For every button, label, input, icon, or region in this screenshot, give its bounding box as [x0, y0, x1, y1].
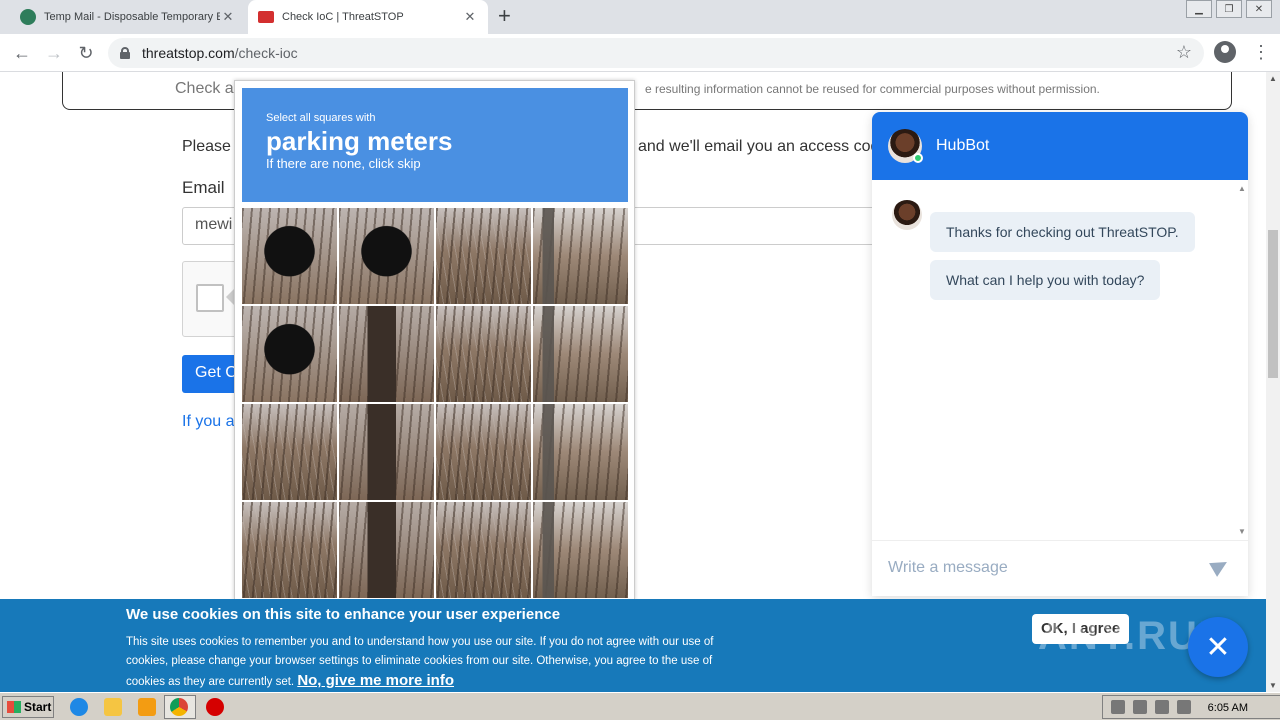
tab-check-ioc[interactable]: Check IoC | ThreatSTOP ✕ — [248, 0, 488, 34]
chat-message: Thanks for checking out ThreatSTOP. — [930, 212, 1195, 252]
windows-logo-icon — [7, 701, 21, 713]
chat-widget: HubBot Thanks for checking out ThreatSTO… — [872, 112, 1248, 596]
threatstop-favicon-icon — [258, 11, 274, 23]
captcha-tile[interactable] — [436, 306, 531, 402]
scroll-down-icon[interactable]: ▼ — [1238, 527, 1246, 536]
browser-menu-icon[interactable]: ⋮ — [1252, 42, 1270, 63]
captcha-instruction-hint: If there are none, click skip — [266, 156, 421, 171]
page-scrollbar[interactable]: ▲ ▼ — [1266, 72, 1280, 692]
captcha-tile[interactable] — [242, 404, 337, 500]
tab-title: Temp Mail - Disposable Temporary E — [44, 11, 220, 23]
captcha-tile[interactable] — [242, 208, 337, 304]
email-label: Email — [182, 178, 225, 197]
captcha-tile[interactable] — [533, 502, 628, 598]
chat-message-input[interactable]: Write a message — [872, 540, 1248, 596]
clock: 6:05 AM — [1207, 702, 1248, 714]
tab-temp-mail[interactable]: Temp Mail - Disposable Temporary E ✕ — [10, 0, 246, 34]
captcha-tile[interactable] — [339, 502, 434, 598]
new-tab-icon[interactable]: + — [498, 5, 511, 27]
captcha-tile[interactable] — [339, 404, 434, 500]
back-icon[interactable]: ← — [10, 41, 34, 65]
instructions-text-right: and we'll email you an access cod — [638, 138, 880, 155]
flag-icon[interactable] — [1177, 700, 1191, 714]
captcha-instructions: Select all squares with parking meters I… — [242, 88, 628, 202]
bookmark-star-icon[interactable]: ☆ — [1176, 42, 1192, 63]
scrollbar-thumb[interactable] — [1268, 230, 1278, 378]
captcha-tile[interactable] — [533, 404, 628, 500]
forward-icon[interactable]: → — [42, 41, 66, 65]
window-controls: ▁ ❐ ✕ — [1182, 0, 1272, 18]
cookie-title: We use cookies on this site to enhance y… — [126, 606, 561, 623]
captcha-tile[interactable] — [242, 306, 337, 402]
profile-avatar-icon[interactable] — [1214, 41, 1236, 63]
captcha-tile[interactable] — [339, 208, 434, 304]
scroll-up-icon[interactable]: ▲ — [1238, 184, 1246, 193]
chat-close-icon[interactable]: ✕ — [1188, 617, 1248, 677]
captcha-target-object: parking meters — [266, 126, 453, 156]
captcha-tile[interactable] — [436, 404, 531, 500]
online-status-icon — [913, 153, 923, 163]
cookie-more-info-link[interactable]: No, give me more info — [297, 672, 454, 689]
taskbar: Start 6:05 AM — [0, 692, 1280, 720]
bot-avatar — [888, 129, 923, 163]
captcha-instruction-small: Select all squares with — [266, 112, 376, 124]
system-tray: 6:05 AM — [1102, 695, 1280, 719]
media-player-icon[interactable] — [138, 698, 156, 716]
reload-icon[interactable]: ↻ — [74, 41, 98, 65]
notice-text-left: Check a — [175, 80, 234, 97]
volume-icon[interactable] — [1133, 700, 1147, 714]
url-host: threatstop.com — [142, 45, 235, 61]
scroll-up-icon[interactable]: ▲ — [1269, 74, 1277, 83]
notice-text-right: e resulting information cannot be reused… — [645, 82, 1100, 96]
captcha-tile[interactable] — [436, 502, 531, 598]
file-explorer-icon[interactable] — [104, 698, 122, 716]
captcha-tile[interactable] — [339, 306, 434, 402]
get-code-button[interactable]: Get C — [182, 355, 242, 393]
address-bar[interactable]: threatstop.com/check-ioc ☆ — [108, 38, 1204, 68]
bot-name: HubBot — [936, 137, 990, 154]
maximize-icon[interactable]: ❐ — [1216, 0, 1242, 18]
chrome-icon[interactable] — [170, 698, 188, 716]
captcha-challenge: Select all squares with parking meters I… — [234, 80, 635, 600]
tab-title: Check IoC | ThreatSTOP — [282, 11, 404, 23]
instructions-text-left: Please — [182, 138, 231, 155]
stop-icon[interactable] — [206, 698, 224, 716]
temp-mail-favicon-icon — [20, 9, 36, 25]
captcha-tile[interactable] — [533, 306, 628, 402]
captcha-tile[interactable] — [242, 502, 337, 598]
cookie-text: This site uses cookies to remember you a… — [126, 633, 746, 692]
start-button[interactable]: Start — [2, 696, 54, 718]
chat-message: What can I help you with today? — [930, 260, 1161, 300]
help-link[interactable]: If you al — [182, 413, 238, 431]
close-window-icon[interactable]: ✕ — [1246, 0, 1272, 18]
minimize-icon[interactable]: ▁ — [1186, 0, 1212, 18]
captcha-image-grid — [242, 208, 628, 598]
internet-explorer-icon[interactable] — [70, 698, 88, 716]
tray-arrow-icon[interactable] — [1111, 700, 1125, 714]
network-icon[interactable] — [1155, 700, 1169, 714]
tab-close-icon[interactable]: ✕ — [462, 9, 478, 25]
browser-toolbar: ← → ↻ threatstop.com/check-ioc ☆ — [0, 34, 1280, 72]
message-avatar — [892, 200, 922, 230]
start-label: Start — [24, 700, 52, 714]
tab-close-icon[interactable]: ✕ — [220, 9, 236, 25]
captcha-tile[interactable] — [436, 208, 531, 304]
recaptcha-checkbox[interactable] — [196, 284, 224, 312]
chat-scrollbar[interactable]: ▲ ▼ — [1238, 184, 1246, 536]
scroll-down-icon[interactable]: ▼ — [1269, 681, 1277, 690]
tab-strip: Temp Mail - Disposable Temporary E ✕ Che… — [0, 0, 1280, 34]
url-path: /check-ioc — [234, 45, 298, 61]
chat-header: HubBot — [872, 112, 1248, 180]
captcha-tile[interactable] — [533, 208, 628, 304]
chat-messages: Thanks for checking out ThreatSTOP. What… — [872, 180, 1248, 540]
lock-icon — [120, 47, 130, 59]
